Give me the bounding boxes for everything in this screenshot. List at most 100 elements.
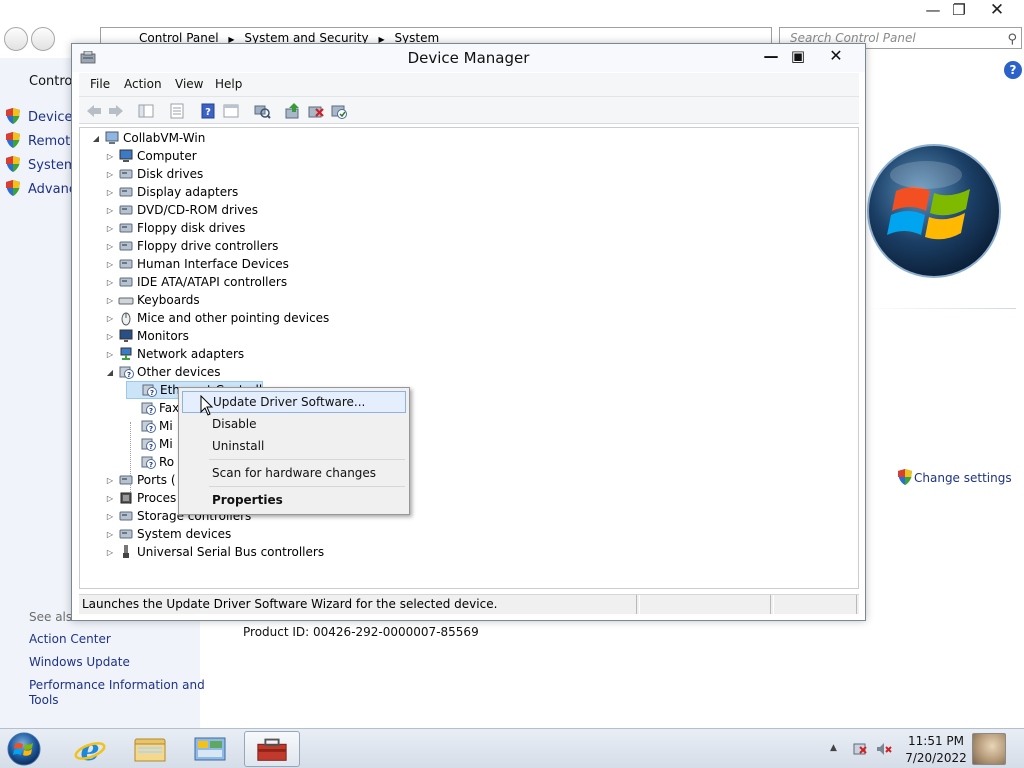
tree-category[interactable]: ▷ Network adapters	[104, 345, 244, 363]
tree-category[interactable]: ▷ Keyboards	[104, 291, 200, 309]
usb-icon	[123, 545, 129, 558]
collapse-arrow-icon[interactable]: ◢	[90, 130, 102, 148]
user-avatar[interactable]	[972, 733, 1006, 765]
ctx-scan-hardware-changes[interactable]: Scan for hardware changes	[182, 462, 406, 484]
tree-device-unknown[interactable]: ? Ro	[126, 453, 174, 471]
expand-arrow-icon[interactable]: ▷	[104, 490, 116, 508]
task-remote-settings[interactable]: Remote	[6, 132, 78, 150]
taskbar-control-panel[interactable]	[182, 731, 238, 767]
speaker-muted-icon[interactable]	[876, 741, 892, 757]
tree-category[interactable]: ▷ IDE ATA/ATAPI controllers	[104, 273, 287, 291]
ctx-disable[interactable]: Disable	[182, 413, 406, 435]
dm-close-button[interactable]: ✕	[821, 46, 851, 66]
taskbar-file-explorer[interactable]	[122, 731, 178, 767]
taskbar-device-manager[interactable]	[244, 731, 300, 767]
update-driver-icon[interactable]	[284, 102, 302, 120]
tree-category[interactable]: ▷ Display adapters	[104, 183, 238, 201]
expand-arrow-icon[interactable]: ▷	[104, 238, 116, 256]
computer-root-icon	[105, 131, 119, 144]
dm-maximize-button[interactable]: ▣	[783, 46, 813, 66]
cp-restore-button[interactable]: ❐	[942, 0, 976, 20]
action-center-flag-icon[interactable]	[852, 741, 868, 757]
taskbar-internet-explorer[interactable]: e	[62, 731, 118, 768]
clock-date[interactable]: 7/20/2022	[904, 751, 968, 765]
tree-category[interactable]: ▷ Mice and other pointing devices	[104, 309, 329, 327]
expand-arrow-icon[interactable]: ▷	[104, 508, 116, 526]
keyboard-icon	[118, 297, 134, 305]
expand-arrow-icon[interactable]: ▷	[104, 202, 116, 220]
mouse-icon	[121, 312, 131, 326]
device-tree[interactable]: ◢ CollabVM-Win ▷ Computer ▷ Disk drives ▷ Disp…	[79, 127, 859, 589]
tree-category[interactable]: ▷ Computer	[104, 147, 197, 165]
forward-button[interactable]	[31, 27, 55, 51]
scan-hardware-icon[interactable]	[253, 102, 271, 120]
show-hide-tree-icon[interactable]	[137, 102, 155, 120]
tree-item-label: Computer	[137, 149, 197, 163]
link-performance-information-tools[interactable]: Tools	[29, 693, 59, 707]
forward-arrow-icon[interactable]	[107, 102, 125, 120]
tree-category[interactable]: ▷ DVD/CD-ROM drives	[104, 201, 258, 219]
tree-category[interactable]: ▷ Ports (	[104, 471, 176, 489]
view-icon[interactable]	[222, 102, 240, 120]
help-book-icon[interactable]: ?	[199, 102, 217, 120]
change-settings-link[interactable]: Change settings	[898, 469, 1012, 485]
expand-arrow-icon[interactable]: ▷	[104, 526, 116, 544]
expand-arrow-icon[interactable]: ▷	[104, 148, 116, 166]
dm-titlebar[interactable]: Device Manager — ▣ ✕	[72, 44, 865, 72]
tree-category[interactable]: ▷ Disk drives	[104, 165, 203, 183]
tree-category[interactable]: ▷ System devices	[104, 525, 231, 543]
tree-category[interactable]: ▷ Monitors	[104, 327, 189, 345]
task-system-protection[interactable]: System	[6, 156, 76, 174]
ctx-uninstall[interactable]: Uninstall	[182, 435, 406, 457]
tree-category[interactable]: ▷ Universal Serial Bus controllers	[104, 543, 324, 561]
start-button[interactable]	[4, 731, 44, 767]
cp-left-header[interactable]: Control	[29, 74, 76, 89]
tree-root[interactable]: ◢ CollabVM-Win	[90, 129, 205, 147]
tree-device-unknown[interactable]: ? Mi	[126, 435, 173, 453]
link-windows-update[interactable]: Windows Update	[29, 655, 130, 669]
menu-file[interactable]: File	[90, 77, 110, 91]
collapse-arrow-icon[interactable]: ◢	[104, 364, 116, 382]
menu-action[interactable]: Action	[124, 77, 162, 91]
device-manager-window: Device Manager — ▣ ✕ File Action View He…	[71, 43, 866, 621]
expand-arrow-icon[interactable]: ▷	[104, 256, 116, 274]
expand-arrow-icon[interactable]: ▷	[104, 472, 116, 490]
link-performance-information[interactable]: Performance Information and	[29, 678, 205, 692]
help-icon[interactable]: ?	[1004, 61, 1022, 79]
expand-arrow-icon[interactable]: ▷	[104, 544, 116, 562]
ctx-properties[interactable]: Properties	[182, 489, 406, 511]
svg-text:?: ?	[149, 425, 153, 433]
link-action-center[interactable]: Action Center	[29, 632, 111, 646]
expand-arrow-icon[interactable]: ▷	[104, 220, 116, 238]
expand-arrow-icon[interactable]: ▷	[104, 166, 116, 184]
expand-arrow-icon[interactable]: ▷	[104, 346, 116, 364]
expand-arrow-icon[interactable]: ▷	[104, 184, 116, 202]
tree-category[interactable]: ▷ Floppy drive controllers	[104, 237, 279, 256]
tree-device-unknown[interactable]: ? Mi	[126, 417, 173, 435]
back-arrow-icon[interactable]	[85, 102, 103, 120]
enable-device-icon[interactable]	[330, 102, 348, 120]
search-icon[interactable]: ⚲	[1007, 30, 1017, 50]
menu-help[interactable]: Help	[215, 77, 242, 91]
back-button[interactable]	[4, 27, 28, 51]
properties-sheet-icon[interactable]	[168, 102, 186, 120]
expand-arrow-icon[interactable]: ▷	[104, 274, 116, 292]
uninstall-device-icon[interactable]	[307, 102, 325, 120]
expand-arrow-icon[interactable]: ▷	[104, 328, 116, 346]
tree-item-label: Ro	[159, 455, 175, 469]
cp-close-button[interactable]: ✕	[980, 0, 1014, 20]
tree-category[interactable]: ▷ Human Interface Devices	[104, 255, 289, 273]
task-advanced-settings[interactable]: Advanc	[6, 180, 76, 198]
show-hidden-icons-button[interactable]: ▲	[830, 743, 837, 753]
dm-minimize-button[interactable]: —	[756, 46, 786, 66]
expand-arrow-icon[interactable]: ▷	[104, 310, 116, 328]
tree-category[interactable]: ▷ Floppy disk drives	[104, 219, 245, 237]
tree-category[interactable]: ▷ Proces	[104, 489, 176, 507]
tree-device-unknown[interactable]: ? Fax	[126, 399, 179, 417]
ctx-update-driver-software[interactable]: Update Driver Software...	[182, 391, 406, 413]
clock-time[interactable]: 11:51 PM	[904, 734, 968, 748]
menu-view[interactable]: View	[175, 77, 203, 91]
expand-arrow-icon[interactable]: ▷	[104, 292, 116, 310]
tree-item-label: Universal Serial Bus controllers	[137, 545, 325, 559]
tree-category[interactable]: ◢? Other devices	[104, 363, 221, 381]
